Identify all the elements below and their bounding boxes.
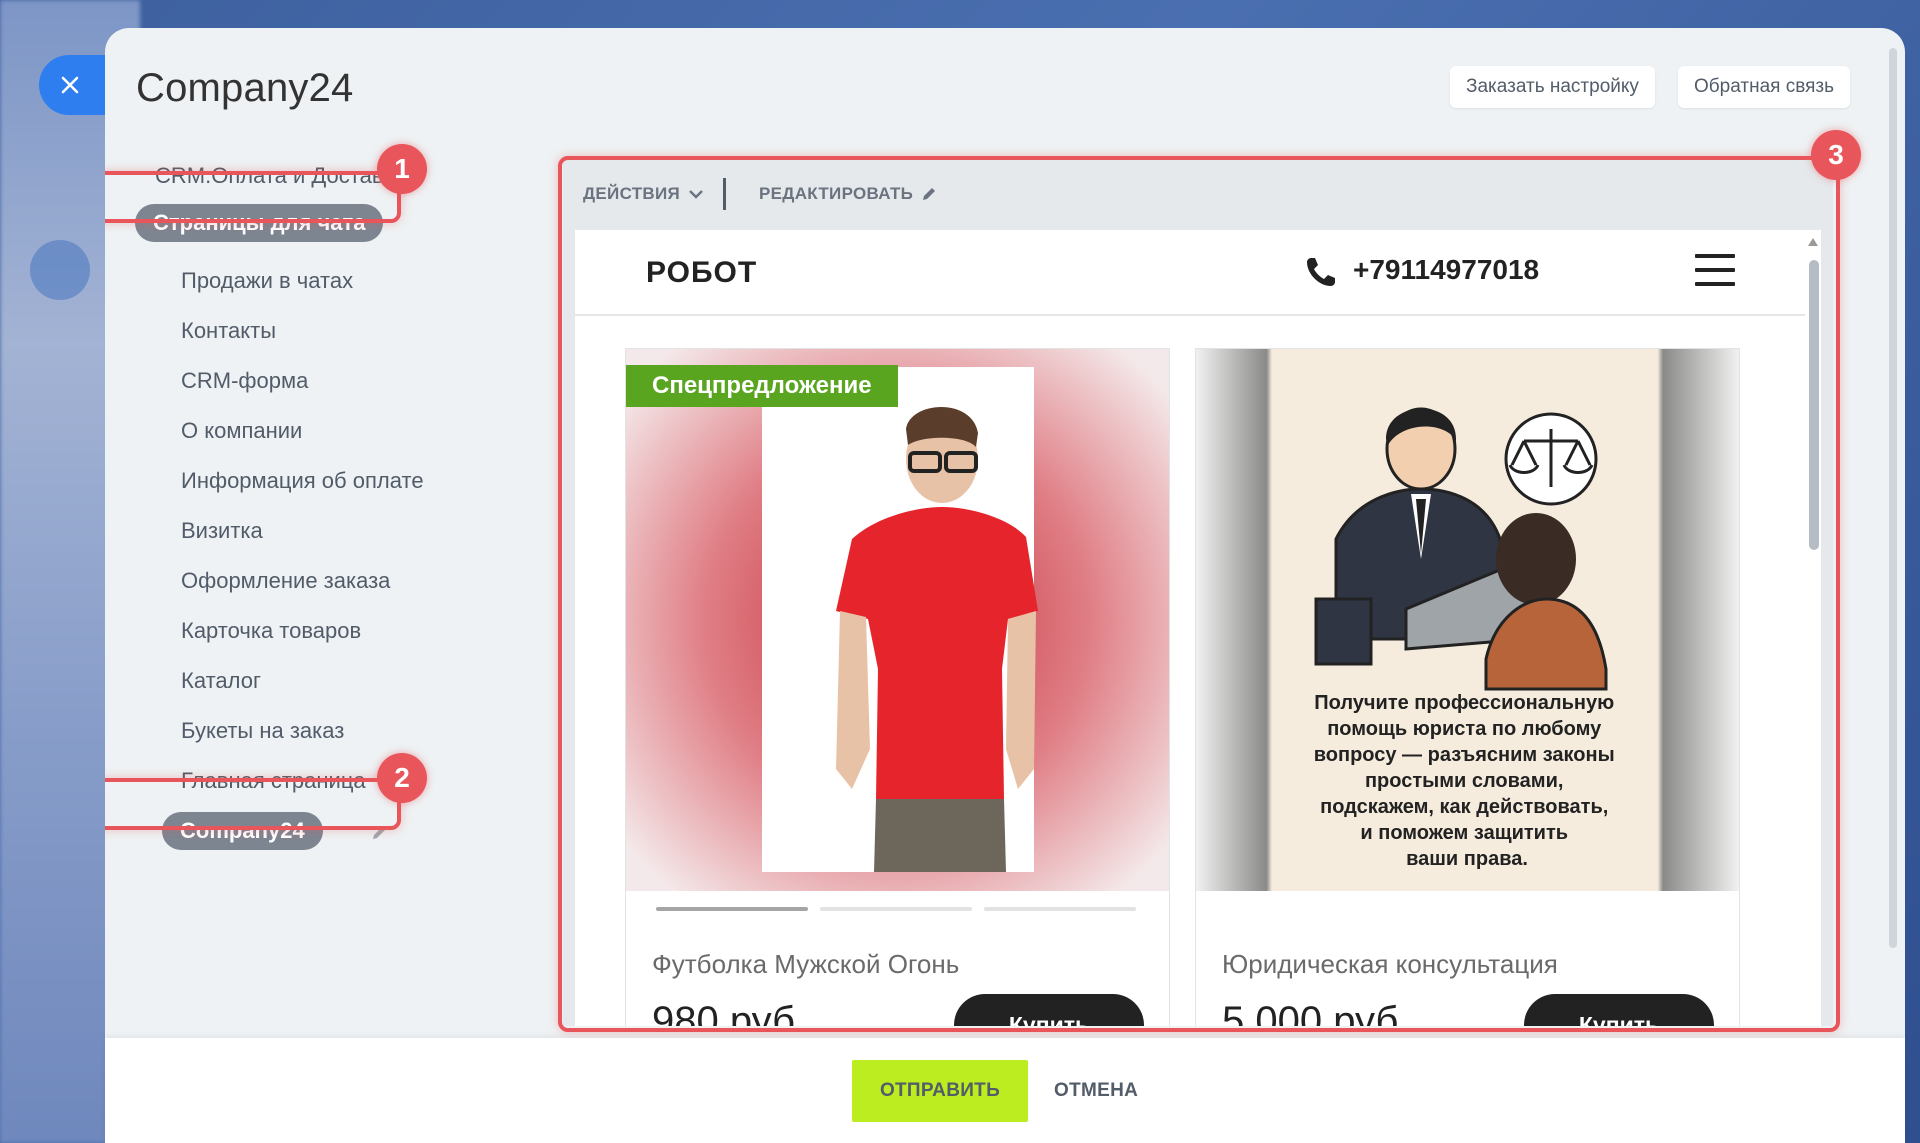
sidebar-item-sales-in-chats[interactable]: Продажи в чатах: [181, 268, 353, 294]
step-badge-3: 3: [1811, 130, 1861, 180]
sidebar-item-checkout[interactable]: Оформление заказа: [181, 568, 390, 594]
slider-panel: Company24 Заказать настройку Обратная св…: [105, 28, 1905, 1143]
order-setup-button[interactable]: Заказать настройку: [1450, 66, 1655, 108]
send-button[interactable]: ОТПРАВИТЬ: [852, 1060, 1028, 1122]
sidebar-item-payment-info[interactable]: Информация об оплате: [181, 468, 424, 494]
step-badge-2: 2: [377, 753, 427, 803]
page-title: Company24: [136, 66, 354, 110]
highlight-box-3: [558, 156, 1840, 1032]
footer: ОТПРАВИТЬ ОТМЕНА: [105, 1038, 1905, 1143]
sidebar-item-business-card[interactable]: Визитка: [181, 518, 263, 544]
highlight-box-1: [105, 171, 401, 223]
step-badge-1: 1: [377, 144, 427, 194]
sidebar-item-crm-form[interactable]: CRM-форма: [181, 368, 308, 394]
panel-scrollbar[interactable]: [1889, 48, 1897, 948]
sidebar-item-product-card[interactable]: Карточка товаров: [181, 618, 361, 644]
cancel-button[interactable]: ОТМЕНА: [1054, 1060, 1138, 1122]
background-avatar: [30, 240, 90, 300]
highlight-box-2: [105, 778, 401, 830]
close-icon: [61, 76, 79, 94]
sidebar-item-catalog[interactable]: Каталог: [181, 668, 261, 694]
sidebar-item-bouquets[interactable]: Букеты на заказ: [181, 718, 344, 744]
sidebar-item-about[interactable]: О компании: [181, 418, 302, 444]
feedback-button[interactable]: Обратная связь: [1678, 66, 1850, 108]
sidebar-item-contacts[interactable]: Контакты: [181, 318, 276, 344]
close-button[interactable]: [39, 55, 111, 115]
